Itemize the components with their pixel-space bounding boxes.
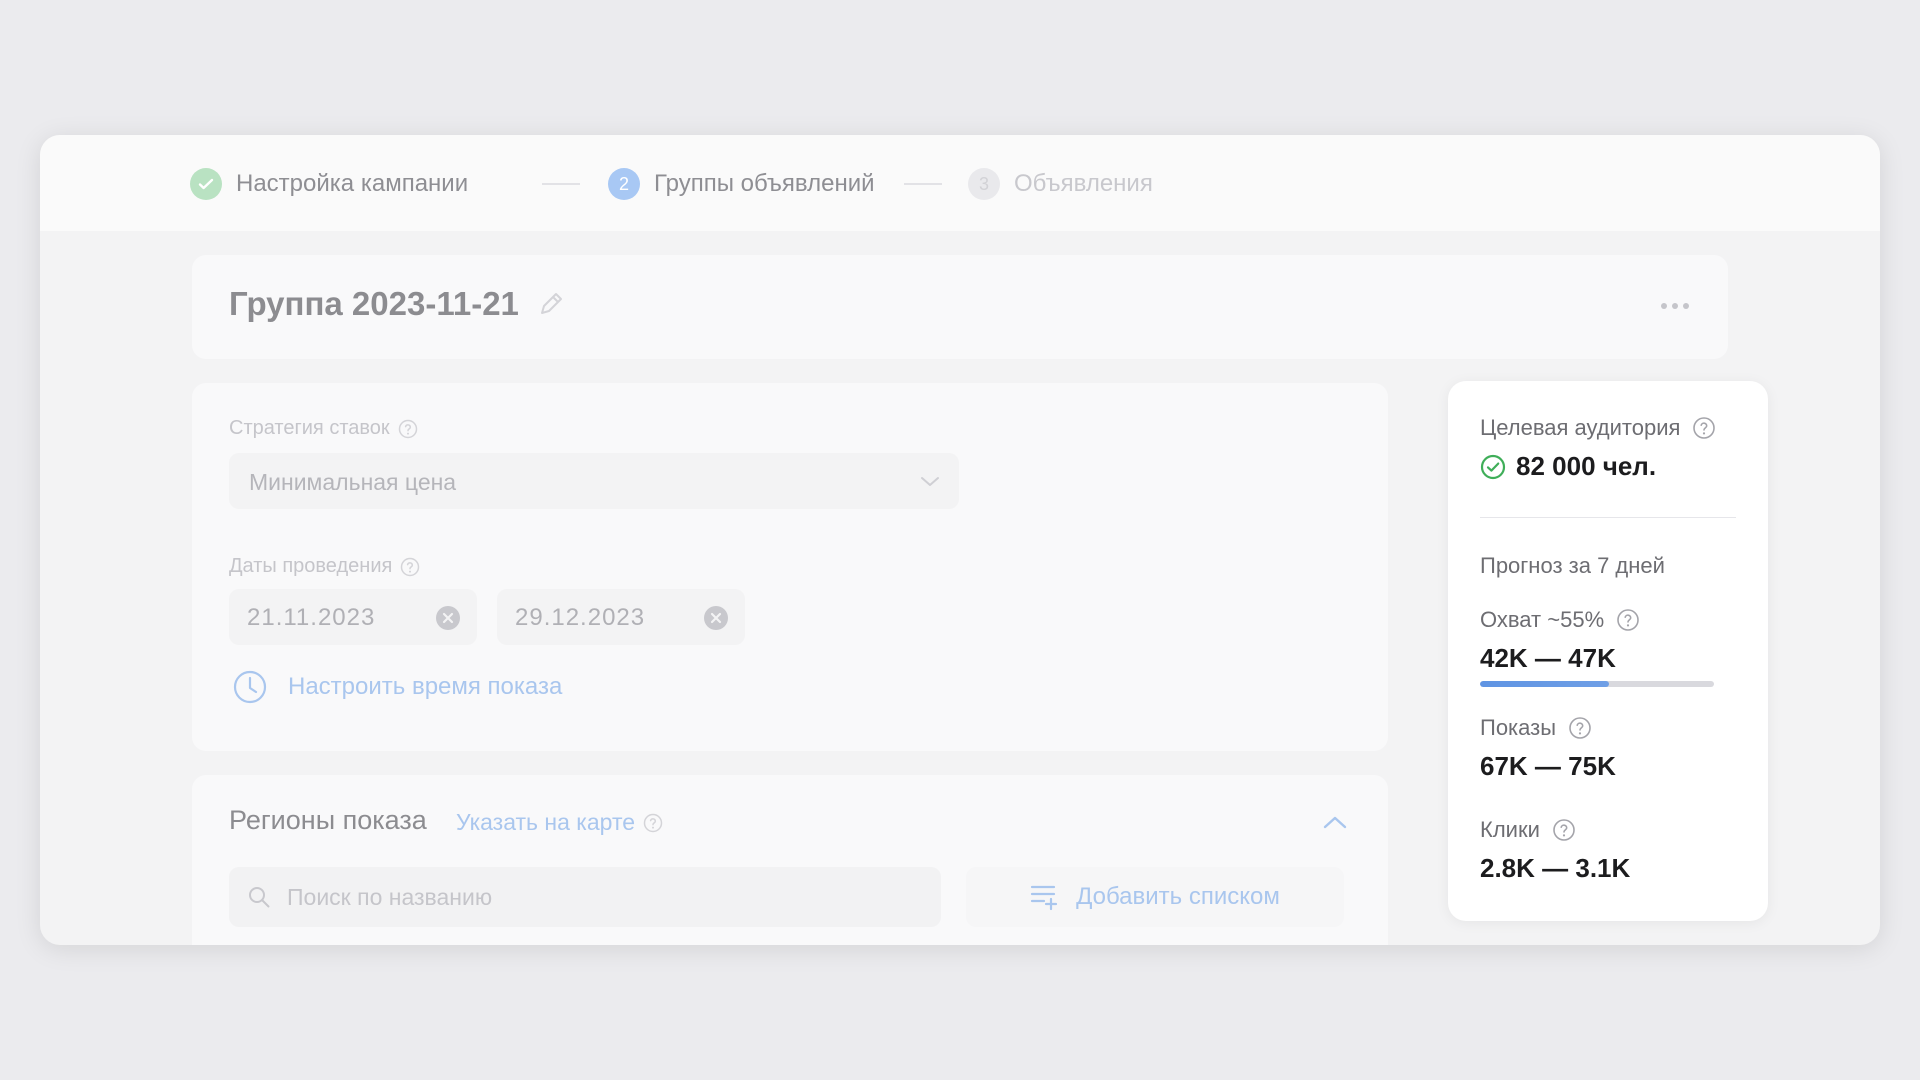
step-done-check-icon: [190, 168, 222, 200]
list-add-icon: [1031, 885, 1058, 911]
step-connector: [542, 183, 580, 185]
clear-icon[interactable]: [435, 605, 461, 631]
region-search-box: [229, 867, 941, 927]
help-icon[interactable]: [643, 813, 663, 833]
impressions-label: Показы: [1480, 715, 1557, 740]
configure-schedule-label: Настроить время показа: [288, 673, 563, 700]
divider: [1480, 517, 1736, 518]
impressions-value: 67K — 75K: [1480, 751, 1616, 781]
help-icon[interactable]: [1616, 608, 1640, 632]
audience-label: Целевая аудитория: [1480, 415, 1681, 440]
chevron-up-icon[interactable]: [1322, 813, 1348, 831]
settings-card: Стратегия ставок Минимальная цена Даты п…: [192, 383, 1388, 751]
dates-label: Даты проведения: [229, 555, 393, 577]
chevron-down-icon: [921, 477, 939, 486]
clock-icon: [233, 670, 267, 704]
help-icon[interactable]: [400, 557, 420, 577]
step-label: Группы объявлений: [654, 170, 875, 197]
strategy-label-row: Стратегия ставок: [229, 417, 418, 440]
strategy-select[interactable]: Минимальная цена: [229, 453, 959, 509]
step-number-badge: 3: [968, 168, 1000, 200]
audience-label-row: Целевая аудитория: [1480, 415, 1716, 441]
strategy-select-value: Минимальная цена: [249, 469, 457, 495]
campaign-window: Настройка кампании 2 Группы объявлений 3…: [40, 135, 1880, 945]
add-list-label: Добавить списком: [1076, 883, 1280, 910]
step-campaign-settings[interactable]: Настройка кампании: [190, 168, 468, 200]
check-circle-icon: [1480, 454, 1506, 479]
strategy-label: Стратегия ставок: [229, 417, 390, 439]
clicks-value: 2.8K — 3.1K: [1480, 853, 1631, 883]
help-icon[interactable]: [1552, 818, 1576, 842]
end-date-value: 29.12.2023: [515, 604, 646, 631]
pencil-icon[interactable]: [536, 289, 566, 319]
reach-label-row: Охват ~55%: [1480, 607, 1640, 633]
search-icon: [249, 887, 270, 908]
map-link[interactable]: Указать на карте: [456, 809, 663, 836]
step-label: Объявления: [1014, 170, 1153, 197]
regions-title: Регионы показа: [229, 805, 427, 835]
impressions-label-row: Показы: [1480, 715, 1592, 741]
end-date-field[interactable]: 29.12.2023: [497, 589, 745, 645]
reach-progress-bar: [1480, 681, 1714, 687]
clicks-label-row: Клики: [1480, 817, 1576, 843]
group-title: Группа 2023-11-21: [229, 285, 519, 322]
reach-value: 42K — 47K: [1480, 643, 1616, 673]
stepper: Настройка кампании 2 Группы объявлений 3…: [40, 135, 1880, 231]
more-options-icon[interactable]: [1660, 301, 1690, 311]
add-list-button[interactable]: Добавить списком: [966, 867, 1344, 927]
step-label: Настройка кампании: [236, 170, 469, 197]
audience-value-row: 82 000 чел.: [1480, 451, 1656, 482]
audience-value: 82 000 чел.: [1516, 451, 1657, 481]
configure-schedule-link[interactable]: Настроить время показа: [232, 669, 562, 705]
regions-card: Регионы показа Указать на карте Добавить…: [192, 775, 1388, 945]
dates-label-row: Даты проведения: [229, 555, 420, 578]
step-ads[interactable]: 3 Объявления: [968, 168, 1153, 200]
help-icon[interactable]: [1692, 416, 1716, 440]
map-link-label: Указать на карте: [456, 809, 636, 835]
start-date-field[interactable]: 21.11.2023: [229, 589, 477, 645]
region-search-input[interactable]: [285, 867, 925, 927]
help-icon[interactable]: [1568, 716, 1592, 740]
forecast-period-label: Прогноз за 7 дней: [1480, 553, 1665, 578]
clicks-label: Клики: [1480, 817, 1540, 842]
step-connector: [904, 183, 942, 185]
clear-icon[interactable]: [703, 605, 729, 631]
forecast-panel: Целевая аудитория 82 000 чел. Прогноз за…: [1448, 381, 1768, 921]
group-title-card: Группа 2023-11-21: [192, 255, 1728, 359]
reach-label: Охват ~55%: [1480, 607, 1605, 632]
reach-progress-fill: [1480, 681, 1609, 687]
help-icon[interactable]: [398, 419, 418, 439]
start-date-value: 21.11.2023: [247, 604, 376, 631]
step-ad-groups[interactable]: 2 Группы объявлений: [608, 168, 875, 200]
step-number-badge: 2: [608, 168, 640, 200]
